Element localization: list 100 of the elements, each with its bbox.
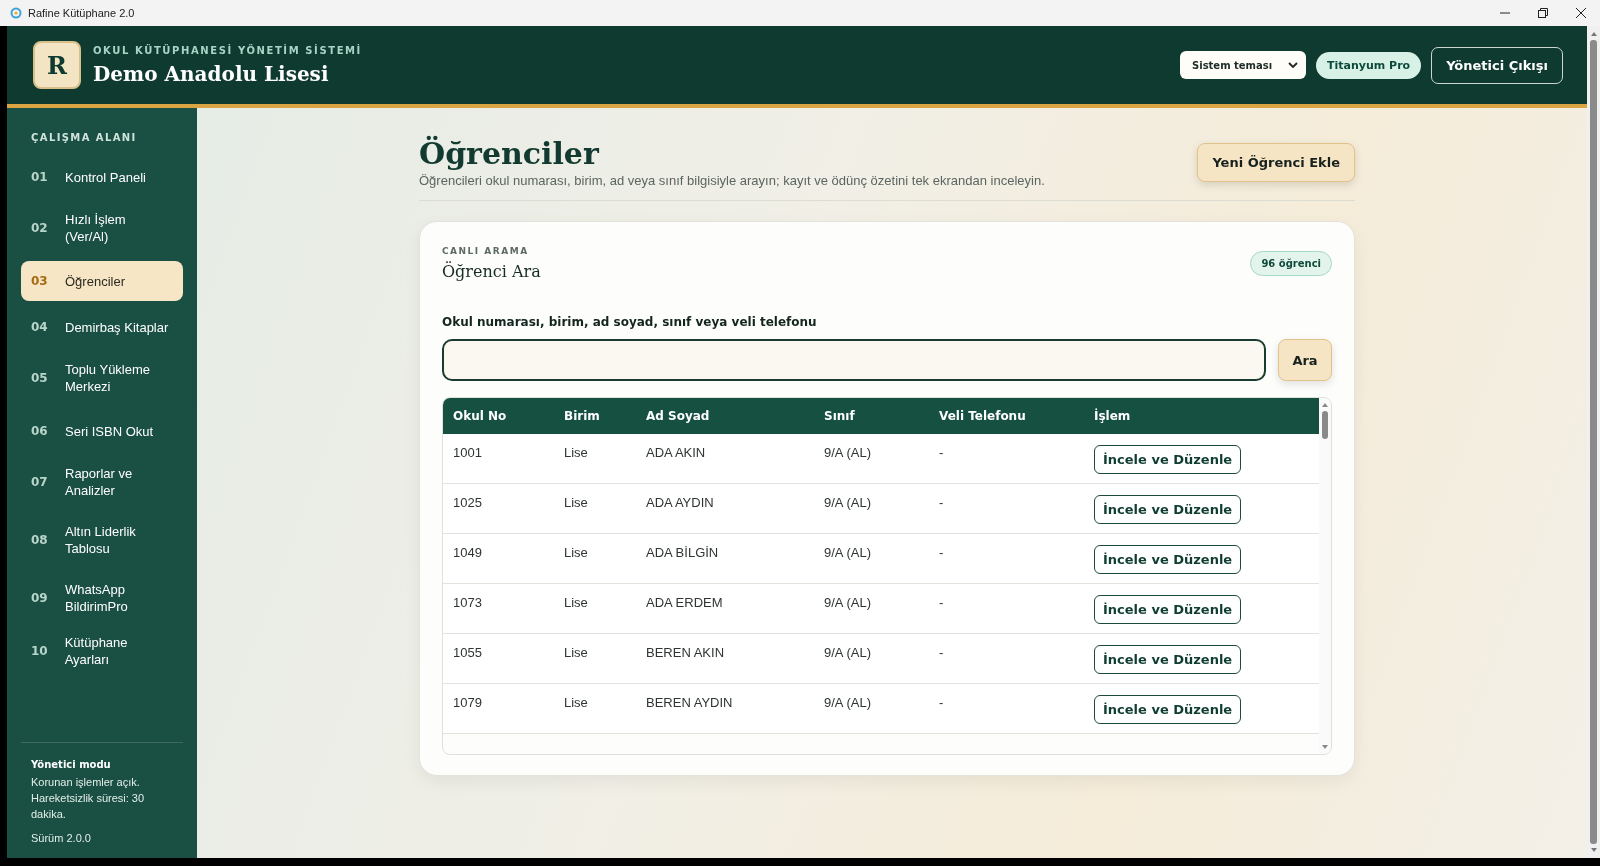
student-count-badge: 96 öğrenci (1250, 251, 1332, 276)
sidebar-item[interactable]: 03 Öğrenciler (21, 261, 183, 301)
table-cell-text: 1079 (453, 695, 483, 710)
item-label: Öğrenciler (65, 272, 125, 290)
table-cell-text: ADA AYDIN (646, 495, 715, 510)
table-cell-text: 1055 (453, 645, 483, 660)
close-icon (1576, 8, 1586, 18)
scroll-down-icon[interactable] (1589, 846, 1598, 854)
table-cell-text: Lise (564, 595, 589, 610)
logo: R (33, 41, 81, 89)
plan-badge: Titanyum Pro (1316, 51, 1422, 79)
table-cell-text: 1001 (453, 445, 483, 460)
column-header: Birim (564, 409, 601, 423)
edit-button[interactable]: İncele ve Düzenle (1094, 445, 1242, 474)
item-number: 06 (31, 424, 49, 438)
item-label: Raporlar ve Analizler (65, 465, 134, 499)
theme-select[interactable]: Sistem teması (1180, 51, 1306, 79)
table-cell-text: BEREN AYDIN (646, 695, 734, 710)
add-student-button[interactable]: Yeni Öğrenci Ekle (1197, 142, 1355, 182)
restore-icon (1538, 8, 1548, 18)
column-header: Sınıf (824, 409, 856, 423)
table-cell-text: Lise (564, 645, 589, 660)
table-cell-text: ADA ERDEM (646, 595, 724, 610)
table-cell-text: BEREN AKIN (646, 645, 726, 660)
item-number: 09 (31, 591, 49, 605)
page-scrollbar[interactable] (1587, 26, 1600, 858)
table-cell-text: - (939, 545, 945, 560)
item-number: 02 (31, 221, 49, 235)
table-cell-text: Lise (564, 545, 589, 560)
table-cell-text: - (939, 595, 945, 610)
edit-button[interactable]: İncele ve Düzenle (1094, 495, 1242, 524)
item-label: WhatsApp BildirimPro (65, 581, 129, 615)
column-header: Okul No (453, 409, 508, 423)
sidebar-item[interactable]: 09 WhatsApp BildirimPro (21, 573, 183, 623)
table-cell-text: - (939, 645, 945, 660)
edit-button[interactable]: İncele ve Düzenle (1094, 545, 1242, 574)
table-cell-text: 9/A (AL) (824, 645, 872, 660)
app-subtitle: OKUL KÜTÜPHANESİ YÖNETİM SİSTEMİ (93, 44, 362, 56)
chevron-down-icon (1288, 62, 1298, 68)
item-number: 03 (31, 274, 49, 288)
sidebar-item[interactable]: 05 Toplu Yükleme Merkezi (21, 353, 183, 403)
table-cell-text: Lise (564, 495, 589, 510)
item-label: Seri ISBN Okut (65, 422, 154, 440)
scroll-down-icon[interactable] (1321, 743, 1329, 751)
column-header: İşlem (1094, 409, 1132, 423)
school-name: Demo Anadolu Lisesi (93, 61, 330, 86)
item-number: 05 (31, 371, 49, 385)
item-number: 08 (31, 533, 49, 547)
table-cell-text: - (939, 445, 945, 460)
table-cell-text: Lise (564, 445, 589, 460)
item-label: Hızlı İşlem (Ver/Al) (65, 211, 127, 245)
card-eyebrow: CANLI ARAMA (442, 246, 530, 256)
item-label: Altın Liderlik Tablosu (65, 523, 137, 557)
app-icon (10, 7, 22, 19)
edit-button[interactable]: İncele ve Düzenle (1094, 645, 1242, 674)
sidebar-heading: ÇALIŞMA ALANI (31, 132, 138, 143)
scrollbar[interactable] (1319, 398, 1331, 754)
table-cell-text: Lise (564, 695, 589, 710)
table-cell-text: 9/A (AL) (824, 495, 872, 510)
sidebar-item[interactable]: 01 Kontrol Paneli (21, 157, 183, 197)
mode-note: Korunan işlemler açık. Hareketsizlik süresi: 30 dakika. (31, 775, 146, 822)
window-title: Rafine Kütüphane 2.0 (28, 7, 135, 19)
table-cell-text: ADA BİLGİN (646, 545, 720, 560)
table-cell-text: - (939, 495, 945, 510)
logout-button[interactable]: Yönetici Çıkışı (1431, 46, 1563, 84)
sidebar-item[interactable]: 07 Raporlar ve Analizler (21, 457, 183, 507)
table-cell-text: 1073 (453, 595, 483, 610)
table-cell-text: 1025 (453, 495, 483, 510)
scroll-up-icon[interactable] (1589, 30, 1598, 38)
sidebar-item[interactable]: 02 Hızlı İşlem (Ver/Al) (21, 203, 183, 253)
item-number: 10 (31, 644, 49, 658)
item-label: Kontrol Paneli (65, 168, 146, 186)
sidebar-item[interactable]: 04 Demirbaş Kitaplar (21, 307, 183, 347)
sidebar-item[interactable]: 08 Altın Liderlik Tablosu (21, 515, 183, 565)
table-cell-text: 9/A (AL) (824, 545, 872, 560)
edit-button[interactable]: İncele ve Düzenle (1094, 695, 1242, 724)
version-label: Sürüm 2.0.0 (31, 832, 92, 844)
edit-button[interactable]: İncele ve Düzenle (1094, 595, 1242, 624)
item-label: Demirbaş Kitaplar (65, 318, 169, 336)
mode-label: Yönetici modu (31, 759, 112, 770)
column-header: Ad Soyad (646, 409, 711, 423)
item-label: Toplu Yükleme Merkezi (65, 361, 152, 395)
page-title: Öğrenciler (419, 136, 600, 171)
search-button[interactable]: Ara (1278, 339, 1332, 381)
scroll-thumb[interactable] (1322, 411, 1328, 439)
table-cell-text: - (939, 695, 945, 710)
search-field[interactable] (442, 339, 1266, 381)
table-cell-text: ADA AKIN (646, 445, 707, 460)
item-label: Kütüphane Ayarları (64, 634, 129, 668)
card-title: Öğrenci Ara (442, 262, 541, 281)
table-cell-text: 1049 (453, 545, 483, 560)
scroll-up-icon[interactable] (1321, 401, 1329, 409)
table-cell-text: 9/A (AL) (824, 695, 872, 710)
page-description: Öğrencileri okul numarası, birim, ad veya sınıf bilgisiyle arayın; kayıt ve ödünç özetini tek ekrandan inceleyin. (419, 173, 1045, 188)
item-number: 07 (31, 475, 49, 489)
sidebar-item[interactable]: 06 Seri ISBN Okut (21, 411, 183, 451)
item-number: 01 (31, 170, 49, 184)
scroll-thumb[interactable] (1590, 40, 1597, 844)
sidebar-item[interactable]: 10 Kütüphane Ayarları (21, 631, 183, 671)
column-header: Veli Telefonu (939, 409, 1027, 423)
